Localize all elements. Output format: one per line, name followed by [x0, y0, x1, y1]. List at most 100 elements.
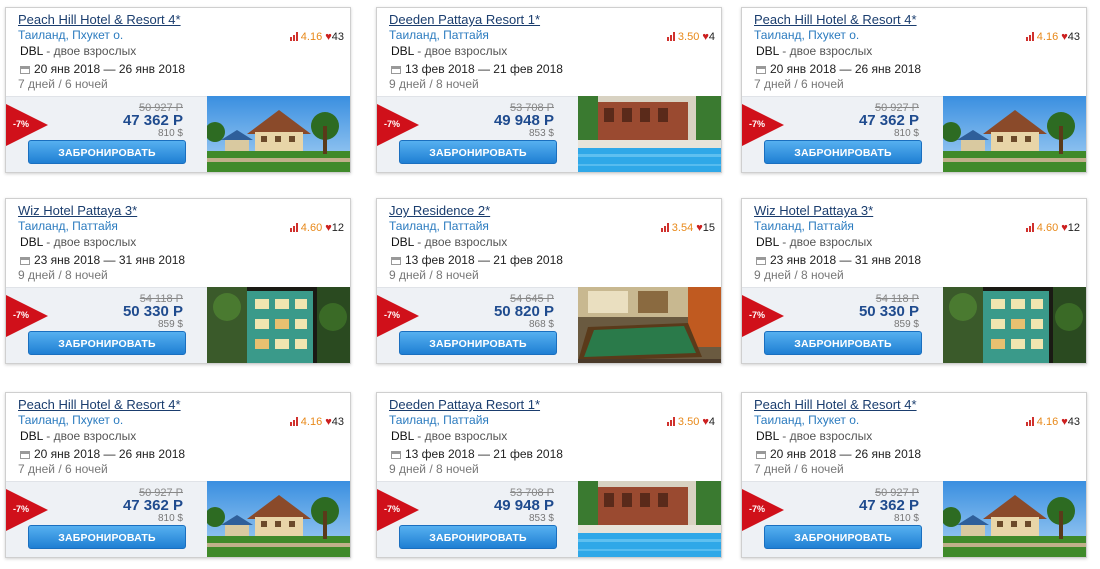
guests-info: - двое взрослых [413, 44, 508, 58]
guests-info: - двое взрослых [42, 429, 137, 443]
discount-label: -7% [749, 310, 766, 320]
travel-dates: 23 янв 2018 — 31 янв 2018 [756, 253, 921, 267]
hotel-name-link[interactable]: Wiz Hotel Pattaya 3* [754, 203, 873, 218]
book-button[interactable]: ЗАБРОНИРОВАТЬ [399, 525, 557, 549]
guests-info: - двое взрослых [413, 235, 508, 249]
discount-label: -7% [749, 504, 766, 514]
discount-label: -7% [384, 119, 401, 129]
room-info: DBL - двое взрослых [391, 429, 507, 443]
price-usd: 853 $ [528, 128, 554, 139]
hotel-name-link[interactable]: Peach Hill Hotel & Resort 4* [754, 397, 917, 412]
current-price: 47 362 Р [858, 497, 919, 514]
book-button[interactable]: ЗАБРОНИРОВАТЬ [399, 140, 557, 164]
trip-duration: 7 дней / 6 ночей [754, 77, 844, 91]
book-button[interactable]: ЗАБРОНИРОВАТЬ [28, 525, 186, 549]
price-usd: 868 $ [528, 319, 554, 330]
rating-chart-icon [1025, 417, 1036, 426]
trip-duration: 7 дней / 6 ночей [18, 462, 108, 476]
likes-count: 43 [331, 416, 344, 428]
hotel-photo[interactable] [943, 287, 1086, 363]
trip-duration: 9 дней / 8 ночей [18, 268, 108, 282]
room-type: DBL [756, 235, 779, 249]
room-type: DBL [20, 44, 43, 58]
rating-chart-icon [289, 223, 300, 232]
current-price: 50 330 Р [858, 303, 919, 320]
hotel-location: Таиланд, Паттайя [18, 219, 118, 233]
hotel-name-link[interactable]: Peach Hill Hotel & Resort 4* [754, 12, 917, 27]
trip-duration: 9 дней / 8 ночей [389, 462, 479, 476]
book-button[interactable]: ЗАБРОНИРОВАТЬ [399, 331, 557, 355]
hotel-offer-card[interactable]: Peach Hill Hotel & Resort 4* 4.16 ♥43 Таи… [741, 7, 1087, 173]
hotel-name-link[interactable]: Wiz Hotel Pattaya 3* [18, 203, 137, 218]
book-button[interactable]: ЗАБРОНИРОВАТЬ [28, 331, 186, 355]
hotel-location: Таиланд, Паттайя [389, 219, 489, 233]
dates-text: 23 янв 2018 — 31 янв 2018 [770, 253, 922, 267]
hotel-photo[interactable] [207, 96, 350, 172]
current-price: 49 948 Р [493, 497, 554, 514]
hotel-name-link[interactable]: Deeden Pattaya Resort 1* [389, 12, 540, 27]
book-button[interactable]: ЗАБРОНИРОВАТЬ [764, 525, 922, 549]
dates-text: 13 фев 2018 — 21 фев 2018 [405, 253, 563, 267]
hotel-name-link[interactable]: Peach Hill Hotel & Resort 4* [18, 397, 181, 412]
calendar-icon [20, 257, 30, 265]
book-button[interactable]: ЗАБРОНИРОВАТЬ [764, 140, 922, 164]
current-price: 49 948 Р [493, 112, 554, 129]
likes-count: 4 [708, 31, 715, 43]
room-info: DBL - двое взрослых [756, 429, 872, 443]
price-usd: 810 $ [893, 128, 919, 139]
hotel-photo[interactable] [578, 481, 721, 557]
trip-duration: 7 дней / 6 ночей [18, 77, 108, 91]
book-button[interactable]: ЗАБРОНИРОВАТЬ [764, 331, 922, 355]
hotel-stats: 3.54 ♥15 [660, 222, 715, 234]
room-info: DBL - двое взрослых [756, 44, 872, 58]
hotel-stats: 3.50 ♥4 [666, 31, 715, 43]
book-button[interactable]: ЗАБРОНИРОВАТЬ [28, 140, 186, 164]
hotel-photo[interactable] [207, 287, 350, 363]
hotel-offer-card[interactable]: Joy Residence 2* 3.54 ♥15 Таиланд, Паттай… [376, 198, 722, 364]
hotel-location: Таиланд, Пхукет о. [754, 28, 860, 42]
room-info: DBL - двое взрослых [391, 235, 507, 249]
price-usd: 859 $ [157, 319, 183, 330]
hotel-offer-card[interactable]: Deeden Pattaya Resort 1* 3.50 ♥4 Таиланд,… [376, 392, 722, 558]
hotel-photo[interactable] [578, 287, 721, 363]
hotel-stats: 4.60 ♥12 [289, 222, 344, 234]
travel-dates: 20 янв 2018 — 26 янв 2018 [756, 447, 921, 461]
current-price: 47 362 Р [122, 497, 183, 514]
current-price: 47 362 Р [858, 112, 919, 129]
hotel-photo[interactable] [207, 481, 350, 557]
hotel-rating: 4.16 [300, 31, 323, 43]
hotel-name-link[interactable]: Joy Residence 2* [389, 203, 490, 218]
hotel-photo[interactable] [578, 96, 721, 172]
current-price: 47 362 Р [122, 112, 183, 129]
trip-duration: 9 дней / 8 ночей [389, 268, 479, 282]
guests-info: - двое взрослых [778, 235, 873, 249]
hotel-name-link[interactable]: Peach Hill Hotel & Resort 4* [18, 12, 181, 27]
hotel-photo[interactable] [943, 481, 1086, 557]
hotel-stats: 3.50 ♥4 [666, 416, 715, 428]
price-panel: -7% 50 927 Р 47 362 Р 810 $ ЗАБРОНИРОВАТ… [6, 96, 207, 172]
room-info: DBL - двое взрослых [20, 429, 136, 443]
hotel-offer-card[interactable]: Wiz Hotel Pattaya 3* 4.60 ♥12 Таиланд, Па… [5, 198, 351, 364]
hotel-offer-card[interactable]: Peach Hill Hotel & Resort 4* 4.16 ♥43 Таи… [5, 392, 351, 558]
price-panel: -7% 50 927 Р 47 362 Р 810 $ ЗАБРОНИРОВАТ… [6, 481, 207, 557]
calendar-icon [756, 451, 766, 459]
hotel-rating: 4.16 [1036, 416, 1059, 428]
hotel-offer-card[interactable]: Wiz Hotel Pattaya 3* 4.60 ♥12 Таиланд, Па… [741, 198, 1087, 364]
hotel-location: Таиланд, Пхукет о. [18, 28, 124, 42]
rating-chart-icon [289, 32, 300, 41]
price-panel: -7% 50 927 Р 47 362 Р 810 $ ЗАБРОНИРОВАТ… [742, 481, 943, 557]
trip-duration: 7 дней / 6 ночей [754, 462, 844, 476]
hotel-offer-card[interactable]: Peach Hill Hotel & Resort 4* 4.16 ♥43 Таи… [741, 392, 1087, 558]
rating-chart-icon [1025, 32, 1036, 41]
travel-dates: 23 янв 2018 — 31 янв 2018 [20, 253, 185, 267]
hotel-name-link[interactable]: Deeden Pattaya Resort 1* [389, 397, 540, 412]
calendar-icon [391, 257, 401, 265]
hotel-offer-card[interactable]: Peach Hill Hotel & Resort 4* 4.16 ♥43 Таи… [5, 7, 351, 173]
hotel-offer-card[interactable]: Deeden Pattaya Resort 1* 3.50 ♥4 Таиланд,… [376, 7, 722, 173]
room-type: DBL [20, 429, 43, 443]
likes-count: 43 [1067, 416, 1080, 428]
dates-text: 23 янв 2018 — 31 янв 2018 [34, 253, 186, 267]
rating-chart-icon [660, 223, 671, 232]
hotel-photo[interactable] [943, 96, 1086, 172]
likes-count: 15 [702, 222, 715, 234]
